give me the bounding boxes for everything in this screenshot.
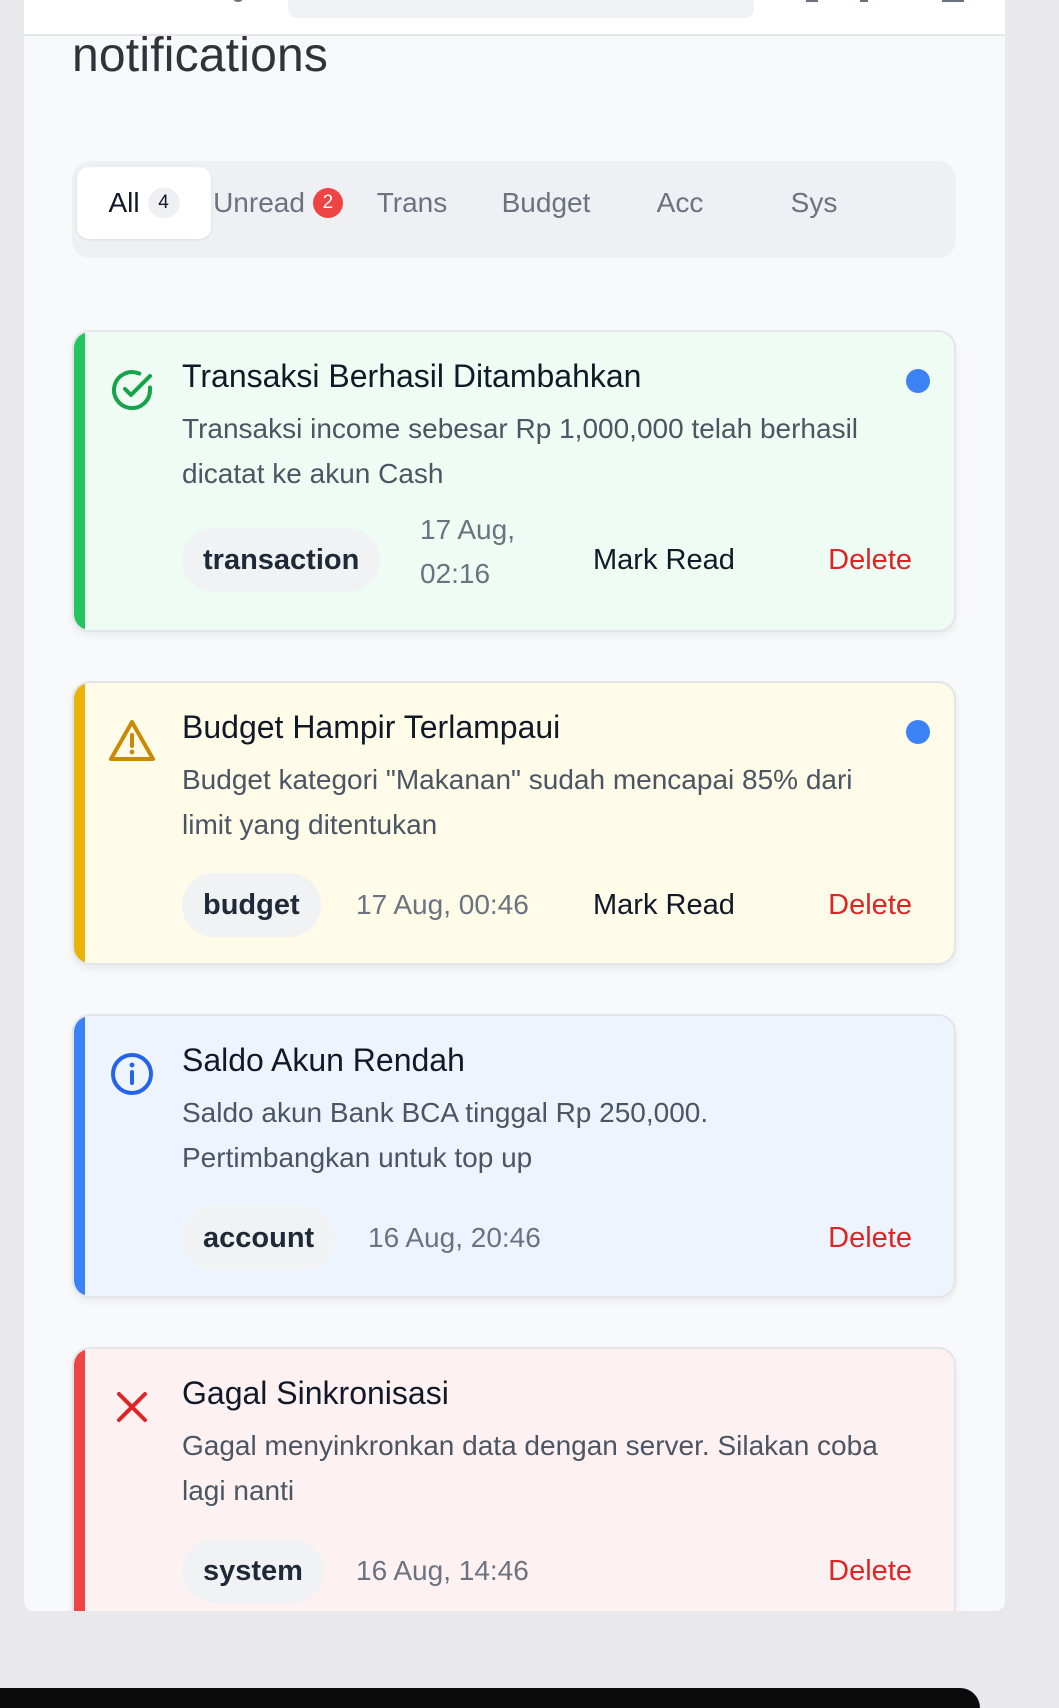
unread-dot (906, 720, 930, 744)
notification-title: Budget Hampir Terlampaui (182, 709, 561, 745)
tab-label: All (108, 187, 140, 218)
notification-meta: budget 17 Aug, 00:46 Mark Read Delete (182, 873, 912, 937)
tab-label: Sys (790, 187, 838, 218)
timestamp: 16 Aug, 20:46 (368, 1222, 541, 1253)
timestamp: 16 Aug, 14:46 (356, 1555, 529, 1586)
category-tag: transaction (182, 528, 381, 592)
check-circle-icon (108, 366, 156, 414)
notification-message: Budget kategori "Makanan" sudah mencapai… (182, 764, 853, 840)
notification-message: Transaksi income sebesar Rp 1,000,000 te… (182, 413, 859, 489)
notification-title: Transaksi Berhasil Ditambahkan (182, 358, 642, 394)
delete-button[interactable]: Delete (828, 1206, 912, 1270)
notification-title: Gagal Sinkronisasi (182, 1375, 449, 1411)
delete-button[interactable]: Delete (828, 528, 912, 592)
category-tag: budget (182, 873, 321, 937)
tab-sys[interactable]: Sys (747, 167, 881, 239)
warning-triangle-icon (108, 717, 156, 765)
notification-card[interactable]: Transaksi Berhasil Ditambahkan Transaksi… (72, 330, 956, 632)
timestamp: 17 Aug, 00:46 (356, 889, 529, 920)
tab-label: Trans (376, 187, 448, 218)
back-icon[interactable] (232, 0, 244, 2)
unread-dot (906, 369, 930, 393)
notification-card[interactable]: Saldo Akun Rendah Saldo akun Bank BCA ti… (72, 1014, 956, 1298)
tab-label: Unread (213, 187, 305, 218)
mark-read-button[interactable]: Mark Read (593, 873, 735, 937)
filter-tabs: All 4 Unread 2 Trans Budget Acc Sys (72, 161, 956, 258)
dock-bar (0, 1688, 980, 1708)
unread-badge: 2 (312, 188, 343, 218)
notification-message: Gagal menyinkronkan data dengan server. … (182, 1430, 878, 1506)
notification-message: Saldo akun Bank BCA tinggal Rp 250,000. … (182, 1097, 709, 1173)
notification-meta: account 16 Aug, 20:46 Delete (182, 1206, 912, 1270)
notification-meta: system 16 Aug, 14:46 Delete (182, 1539, 912, 1603)
x-icon (108, 1383, 156, 1431)
page-title: notifications (72, 29, 329, 82)
tab-all[interactable]: All 4 (77, 167, 211, 239)
tab-label: Budget (501, 187, 591, 218)
notifications-page: notifications All 4 Unread 2 Trans Budge… (24, 0, 1005, 1611)
notification-card[interactable]: Budget Hampir Terlampaui Budget kategori… (72, 681, 956, 965)
tab-count: 4 (147, 188, 180, 218)
info-circle-icon (108, 1050, 156, 1098)
delete-button[interactable]: Delete (828, 873, 912, 937)
tab-unread[interactable]: Unread 2 (211, 167, 345, 239)
category-tag: system (182, 1539, 324, 1603)
search-bar[interactable] (288, 0, 754, 18)
card-accent (74, 683, 85, 963)
tab-trans[interactable]: Trans (345, 167, 479, 239)
timestamp: 17 Aug, 02:16 (420, 514, 515, 589)
card-accent (74, 1349, 85, 1611)
notification-card[interactable]: Gagal Sinkronisasi Gagal menyinkronkan d… (72, 1347, 956, 1611)
delete-button[interactable]: Delete (828, 1539, 912, 1603)
bottom-dock (0, 1664, 1059, 1708)
toolbar-icon[interactable] (806, 0, 818, 2)
menu-icon[interactable] (942, 0, 964, 2)
toolbar-icon[interactable] (860, 0, 868, 2)
category-tag: account (182, 1206, 336, 1270)
notification-meta: transaction 17 Aug, 02:16 Mark Read Dele… (182, 514, 912, 592)
card-accent (74, 332, 85, 630)
card-accent (74, 1016, 85, 1296)
tab-acc[interactable]: Acc (613, 167, 747, 239)
notification-title: Saldo Akun Rendah (182, 1042, 465, 1078)
tab-budget[interactable]: Budget (479, 167, 613, 239)
mark-read-button[interactable]: Mark Read (593, 528, 735, 592)
tab-label: Acc (656, 187, 704, 218)
